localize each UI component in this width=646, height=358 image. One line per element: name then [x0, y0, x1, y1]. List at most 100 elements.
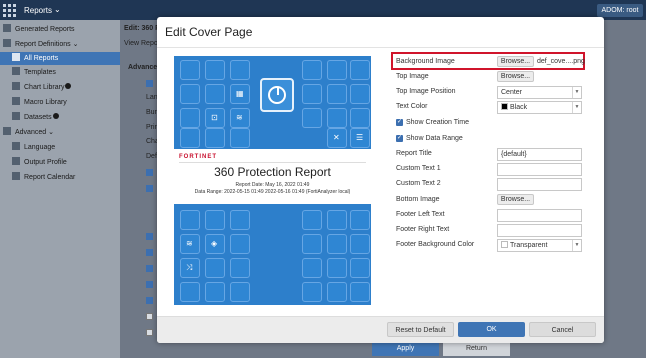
info-icon: [52, 113, 59, 119]
footer-left-text-input[interactable]: [497, 209, 582, 222]
info-icon: [65, 83, 72, 89]
background-checkbox[interactable]: [146, 169, 153, 176]
sidebar-item-language[interactable]: Language: [12, 141, 55, 154]
preview-tile: [230, 128, 250, 148]
chevron-down-icon: ▼: [572, 240, 581, 251]
sidebar-item-report-definitions[interactable]: Report Definitions ⌄: [3, 38, 78, 51]
custom-text-1-label: Custom Text 1: [396, 165, 441, 172]
preview-tile: ≋: [230, 108, 250, 128]
divider: [157, 47, 604, 48]
background-image-browse-button[interactable]: Browse...: [497, 56, 534, 67]
preview-tile: [302, 234, 322, 254]
sidebar-item-report-calendar[interactable]: Report Calendar: [12, 171, 75, 184]
data-range: Data Range: 2022-05-15 01:49 2022-05-16 …: [194, 189, 351, 195]
background-checkbox[interactable]: [146, 265, 153, 272]
preview-tile: [180, 108, 200, 128]
preview-tile: [230, 234, 250, 254]
preview-tile: [180, 210, 200, 230]
background-checkbox[interactable]: [146, 329, 153, 336]
preview-tile: [302, 282, 322, 302]
report-title-input[interactable]: {default}: [497, 148, 582, 161]
top-image-browse-button[interactable]: Browse...: [497, 71, 534, 82]
background-checkbox[interactable]: [146, 281, 153, 288]
show-data-range-label: Show Data Range: [406, 135, 463, 142]
text-color-select[interactable]: Black ▼: [497, 101, 582, 114]
wifi-icon: ≋: [236, 113, 243, 122]
output-icon: [12, 157, 20, 165]
bottom-image-browse-button[interactable]: Browse...: [497, 194, 534, 205]
sidebar-item-all-reports[interactable]: All Reports: [0, 52, 120, 65]
show-creation-time-label: Show Creation Time: [406, 119, 470, 126]
sidebar-item-macro-library[interactable]: Macro Library: [12, 96, 67, 109]
cover-title: 360 Protection Report: [214, 165, 331, 179]
preview-tile: [327, 234, 347, 254]
top-image-position-label: Top Image Position: [396, 88, 456, 95]
background-checkbox[interactable]: [146, 297, 153, 304]
text-color-label: Text Color: [396, 103, 428, 110]
background-checkbox[interactable]: [146, 80, 153, 87]
chevron-down-icon: ▼: [572, 102, 581, 113]
preview-tile: [350, 282, 370, 302]
preview-tile: [302, 210, 322, 230]
adom-button[interactable]: ADOM: root: [597, 4, 643, 17]
sidebar-item-chart-library[interactable]: Chart Library: [12, 81, 72, 94]
shield-icon: ◈: [211, 239, 218, 248]
dialog-footer: Reset to Default OK Cancel: [157, 316, 604, 343]
background-image-filename: def_cove....png: [537, 58, 585, 65]
preview-tile: [327, 210, 347, 230]
background-checkbox[interactable]: [146, 233, 153, 240]
preview-tile: [230, 210, 250, 230]
show-creation-time-checkbox[interactable]: ✓: [396, 119, 403, 126]
cover-title-card: FORTINET 360 Protection Report Report Da…: [174, 149, 371, 204]
chevron-down-icon: ▼: [572, 87, 581, 98]
macro-icon: [12, 97, 20, 105]
lock-icon: ⊡: [211, 113, 218, 122]
preview-tile: [302, 258, 322, 278]
database-icon: [12, 112, 20, 120]
show-data-range-checkbox[interactable]: ✓: [396, 135, 403, 142]
chevron-down-icon: ⌄: [72, 41, 79, 48]
preview-tile: [350, 84, 370, 104]
return-button[interactable]: Return: [443, 342, 510, 356]
preview-tile: [327, 108, 347, 128]
sidebar-item-output-profile[interactable]: Output Profile: [12, 156, 67, 169]
background-checkbox[interactable]: [146, 313, 153, 320]
preview-tile: [350, 258, 370, 278]
custom-text-1-input[interactable]: [497, 163, 582, 176]
footer-right-text-input[interactable]: [497, 224, 582, 237]
cancel-button[interactable]: Cancel: [529, 322, 596, 337]
ok-button[interactable]: OK: [458, 322, 525, 337]
edit-cover-page-dialog: Edit Cover Page ▦ ⊡ ≋ ✕ ☰ FORTINET 360 P…: [157, 17, 604, 343]
preview-tile: [302, 60, 322, 80]
report-date: Report Date: May 16, 2022 01:49: [235, 182, 310, 188]
preview-tile: [350, 108, 370, 128]
sidebar-item-templates[interactable]: Templates: [12, 66, 56, 79]
background-row-label: Def: [146, 153, 157, 160]
footer-background-color-select[interactable]: Transparent ▼: [497, 239, 582, 252]
preview-tile: [327, 258, 347, 278]
divider: [179, 162, 366, 163]
wifi-icon: ≋: [186, 239, 193, 248]
background-header: Edit: 360 P: [124, 25, 160, 32]
cover-preview: ▦ ⊡ ≋ ✕ ☰ FORTINET 360 Protection Report…: [174, 56, 371, 305]
preview-tile: [205, 282, 225, 302]
apply-button[interactable]: Apply: [372, 342, 439, 356]
folder-icon: [3, 39, 11, 47]
background-checkbox[interactable]: [146, 185, 153, 192]
background-checkbox[interactable]: [146, 249, 153, 256]
reset-to-default-button[interactable]: Reset to Default: [387, 322, 454, 337]
sidebar-item-generated-reports[interactable]: Generated Reports: [3, 23, 75, 36]
top-image-position-select[interactable]: Center ▼: [497, 86, 582, 99]
preview-tile: [327, 282, 347, 302]
chevron-down-icon[interactable]: ⌄: [54, 5, 61, 14]
preview-tile: [180, 84, 200, 104]
sidebar-item-datasets[interactable]: Datasets: [12, 111, 59, 124]
preview-tile: [302, 84, 322, 104]
custom-text-2-input[interactable]: [497, 178, 582, 191]
app-grid-icon[interactable]: [3, 4, 16, 17]
gear-icon: [3, 127, 11, 135]
sidebar-item-advanced[interactable]: Advanced ⌄: [3, 126, 54, 139]
view-report-link[interactable]: View Repor: [124, 40, 160, 47]
list-icon: ☰: [356, 133, 364, 142]
app-title[interactable]: Reports: [24, 6, 52, 15]
